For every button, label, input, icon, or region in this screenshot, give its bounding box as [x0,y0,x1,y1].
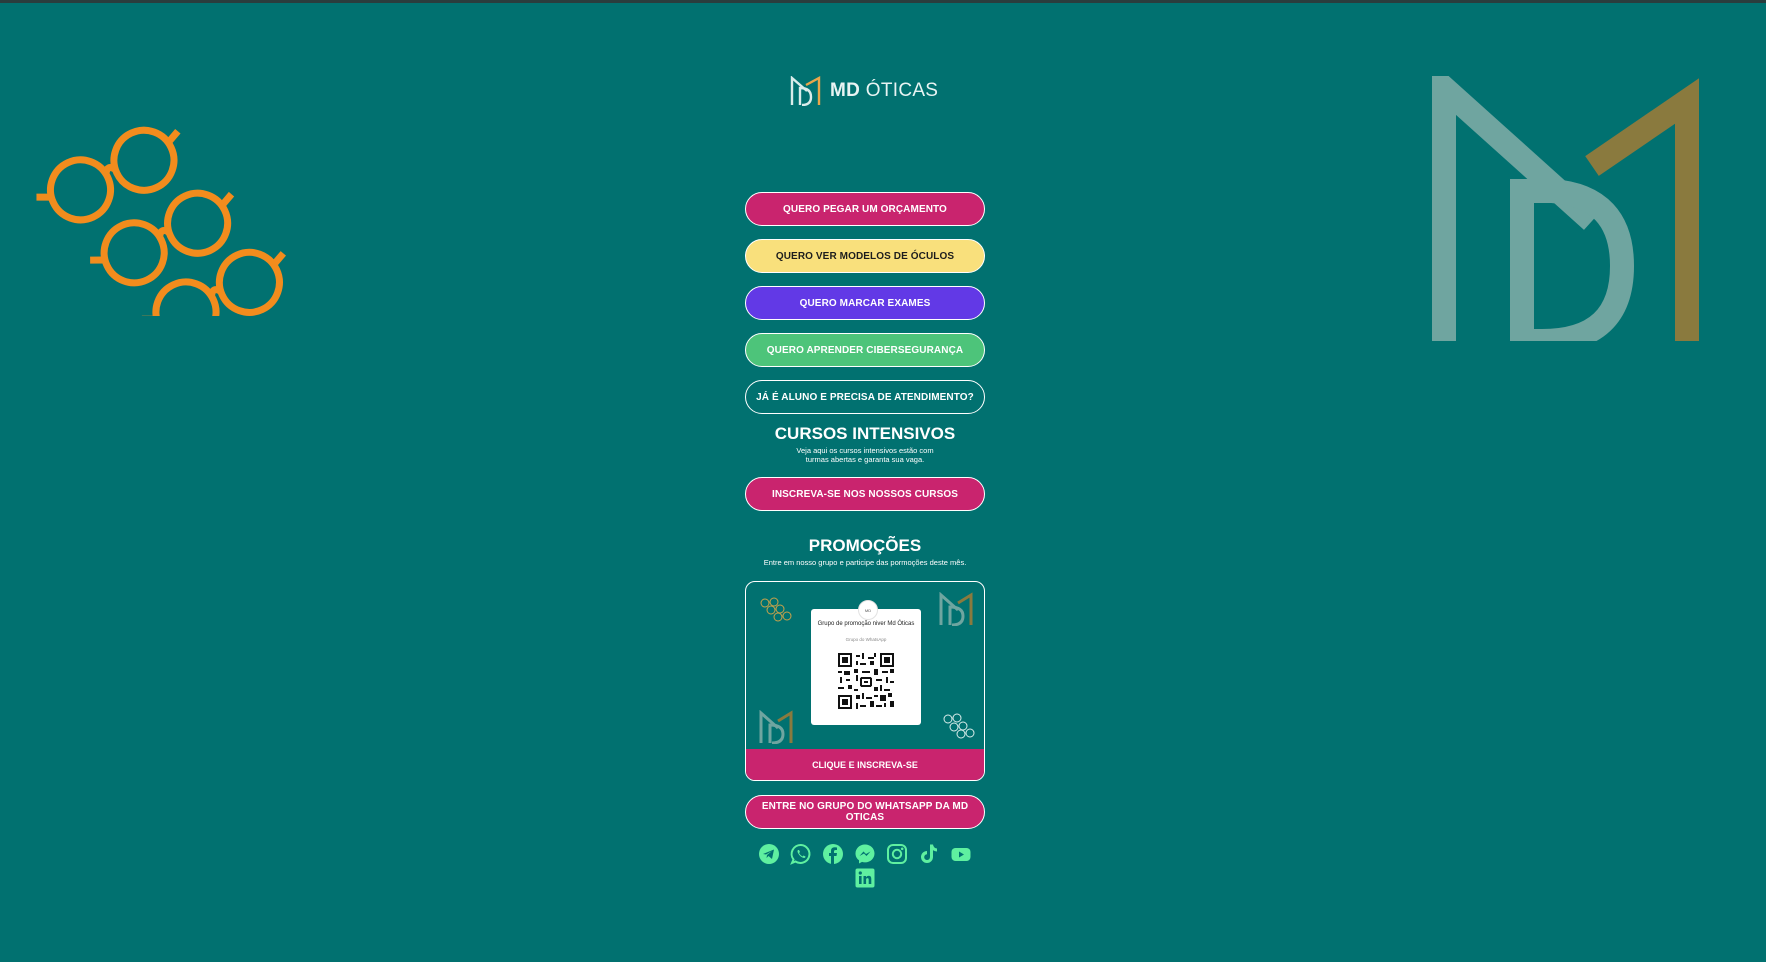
top-border [0,0,1766,3]
whatsapp-qr-card[interactable]: MD Grupo de promoção niver Md Óticas Gru… [811,600,921,725]
qr-group-subtitle: Grupo do WhatsApp [845,637,887,642]
whatsapp-group-button[interactable]: ENTRE NO GRUPO DO WHATSAPP DA MD OTICAS [745,795,985,829]
brand-logo: MD ÓTICAS [790,74,940,108]
group-avatar: MD [858,600,878,620]
brand-name: MD ÓTICAS [830,80,939,101]
whatsapp-icon[interactable] [789,842,813,866]
md-logo-icon [790,76,821,106]
messenger-icon[interactable] [853,842,877,866]
courses-signup-button[interactable]: INSCREVA-SE NOS NOSSOS CURSOS [745,477,985,511]
student-support-button[interactable]: JÁ É ALUNO E PRECISA DE ATENDIMENTO? [745,380,985,414]
md-logo-decoration-icon [939,592,973,626]
glasses-decoration-icon [943,713,975,739]
glasses-decoration-icon [36,126,286,316]
courses-subtitle-line2: turmas abertas e garanta sua vaga. [805,455,925,464]
telegram-icon[interactable] [757,842,781,866]
courses-title: CURSOS INTENSIVOS [774,424,956,443]
facebook-icon[interactable] [821,842,845,866]
eyeglass-models-button[interactable]: QUERO VER MODELOS DE ÓCULOS [745,239,985,273]
md-logo-decoration-icon [1432,76,1699,341]
cybersecurity-button[interactable]: QUERO APRENDER CIBERSEGURANÇA [745,333,985,367]
promotions-title: PROMOÇÕES [808,536,922,555]
promotions-card[interactable]: MD Grupo de promoção niver Md Óticas Gru… [745,581,985,781]
book-exams-button[interactable]: QUERO MARCAR EXAMES [745,286,985,320]
md-logo-decoration-icon [759,710,793,744]
glasses-decoration-icon [760,597,792,622]
instagram-icon[interactable] [885,842,909,866]
quote-button[interactable]: QUERO PEGAR UM ORÇAMENTO [745,192,985,226]
social-links [745,842,985,866]
social-links-row-2 [745,866,985,890]
qr-group-title: Grupo de promoção niver Md Óticas [817,621,915,627]
youtube-icon[interactable] [949,842,973,866]
linkedin-icon[interactable] [853,866,877,890]
promo-signup-button[interactable]: CLIQUE E INSCREVA-SE [746,749,984,780]
promotions-subtitle: Entre em nosso grupo e participe das por… [763,558,967,567]
courses-subtitle-line1: Veja aqui os cursos intensivos estão com [796,446,934,455]
qr-code-icon [838,653,894,709]
tiktok-icon[interactable] [917,842,941,866]
